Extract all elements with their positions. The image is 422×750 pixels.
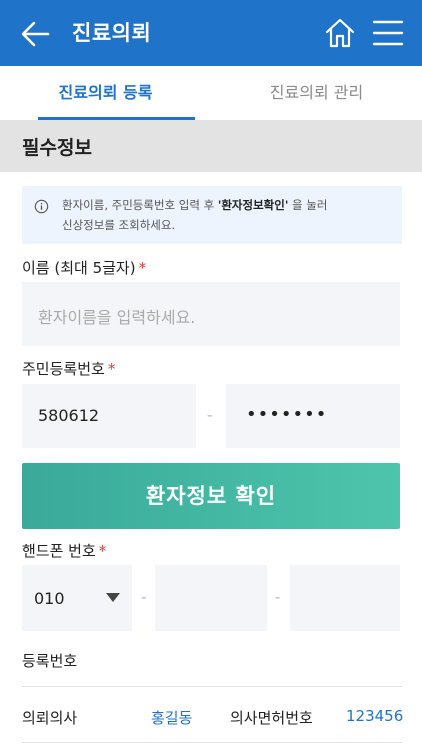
tab-referral-register[interactable]: 진료의뢰 등록 <box>0 66 211 120</box>
doctor-license-value: 123456 <box>346 707 404 725</box>
info-icon <box>34 199 49 214</box>
name-label: 이름 (최대 5글자) * <box>22 257 146 278</box>
divider <box>22 686 402 687</box>
app-bar: 진료의뢰 <box>0 0 422 66</box>
doctor-license-label: 의사면허번호 <box>230 709 313 727</box>
resident-number-front-input[interactable]: 580612 <box>22 384 196 448</box>
resident-number-front-value: 580612 <box>38 406 100 425</box>
notice-line-1: 환자이름, 주민등록번호 입력 후 '환자정보확인' 을 눌러 <box>62 197 327 213</box>
notice-text-suffix: 을 눌러 <box>288 198 328 212</box>
tab-referral-manage[interactable]: 진료의뢰 관리 <box>211 66 422 120</box>
section-header: 필수정보 <box>0 120 422 172</box>
referring-doctor-label: 의뢰의사 <box>22 709 78 727</box>
resident-number-back-input[interactable]: ••••••• <box>226 384 400 448</box>
phone-last-input[interactable] <box>290 565 400 631</box>
resident-number-label: 주민등록번호 * <box>22 358 115 379</box>
resident-number-back-masked: ••••••• <box>246 404 328 425</box>
divider <box>22 742 402 743</box>
phone-label: 핸드폰 번호 * <box>22 540 106 561</box>
registration-number-label: 등록번호 <box>22 652 78 670</box>
phone-prefix-select[interactable]: 010 <box>22 565 132 631</box>
notice-text-prefix: 환자이름, 주민등록번호 입력 후 <box>62 198 218 212</box>
dropdown-caret-icon <box>106 593 120 602</box>
required-mark: * <box>107 360 116 378</box>
notice-emphasis: '환자정보확인' <box>217 198 289 212</box>
section-title: 필수정보 <box>22 137 92 159</box>
page-title: 진료의뢰 <box>72 21 152 45</box>
home-icon[interactable] <box>324 17 356 49</box>
phone-label-text: 핸드폰 번호 <box>22 542 96 560</box>
patient-name-input[interactable]: 환자이름을 입력하세요. <box>22 282 400 346</box>
patient-name-placeholder: 환자이름을 입력하세요. <box>38 308 196 327</box>
name-label-text: 이름 (최대 5글자) <box>22 259 136 277</box>
back-arrow-icon[interactable] <box>18 16 54 52</box>
phone-separator-2: - <box>275 588 281 606</box>
resident-separator: - <box>207 406 213 424</box>
required-mark: * <box>98 542 107 560</box>
required-mark: * <box>138 259 147 277</box>
phone-separator-1: - <box>141 588 147 606</box>
notice-line-2: 신상정보를 조회하세요. <box>62 218 176 232</box>
phone-prefix-value: 010 <box>34 589 65 608</box>
tab-bar: 진료의뢰 등록 진료의뢰 관리 <box>0 66 422 120</box>
resident-number-label-text: 주민등록번호 <box>22 360 105 378</box>
hamburger-menu-icon[interactable] <box>372 19 404 47</box>
referring-doctor-value: 홍길동 <box>151 709 193 727</box>
info-notice: 환자이름, 주민등록번호 입력 후 '환자정보확인' 을 눌러 신상정보를 조회… <box>22 186 402 244</box>
patient-info-confirm-button[interactable]: 환자정보 확인 <box>22 463 400 529</box>
phone-middle-input[interactable] <box>155 565 267 631</box>
